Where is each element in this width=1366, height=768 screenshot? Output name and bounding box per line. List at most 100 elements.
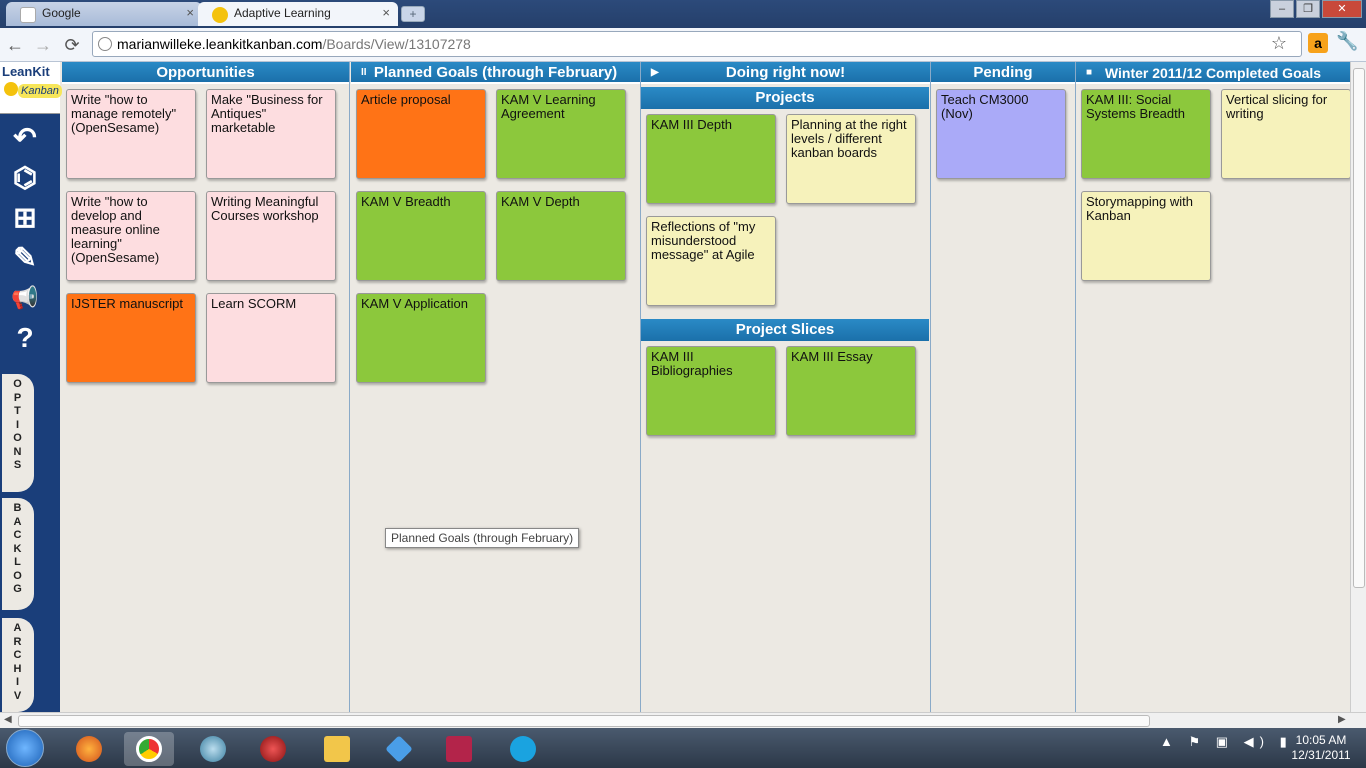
- archive-tab[interactable]: ARCHIV: [2, 618, 34, 712]
- lane-title: Pending: [973, 64, 1033, 81]
- windows-taskbar: ▲ ⚑ ▣ ◀) ▮ 10:05 AM 12/31/2011: [0, 728, 1366, 768]
- card[interactable]: KAM III Bibliographies: [646, 346, 776, 436]
- card[interactable]: Storymapping with Kanban: [1081, 191, 1211, 281]
- options-tab-label: OPTIONS: [13, 378, 23, 471]
- window-controls: – ❐ ✕: [1270, 0, 1362, 18]
- lane-header[interactable]: II Planned Goals (through February): [351, 62, 640, 84]
- globe-icon: [98, 37, 112, 51]
- system-tray[interactable]: ▲ ⚑ ▣ ◀) ▮: [1160, 734, 1293, 750]
- close-window-button[interactable]: ✕: [1322, 0, 1362, 18]
- tab-google[interactable]: Google ×: [6, 2, 202, 26]
- lane-header[interactable]: ▶ Doing right now!: [641, 62, 930, 84]
- forward-icon[interactable]: →: [32, 34, 54, 56]
- globe-app-icon[interactable]: [188, 732, 238, 766]
- lane-pending: Pending Teach CM3000 (Nov): [931, 62, 1076, 712]
- sun-icon: [4, 82, 18, 96]
- card[interactable]: KAM III Essay: [786, 346, 916, 436]
- clock[interactable]: 10:05 AM 12/31/2011: [1282, 733, 1360, 763]
- back-arrow-icon[interactable]: ↶: [6, 120, 44, 156]
- card[interactable]: Teach CM3000 (Nov): [936, 89, 1066, 179]
- megaphone-icon[interactable]: 📢: [6, 280, 44, 316]
- lane-header[interactable]: Pending: [931, 62, 1075, 84]
- page-content: LeanKit Kanban ↶ ⌬ ⊞ ✎ 📢 ? OPTIONS BACKL…: [0, 62, 1366, 712]
- lane-planned-goals: II Planned Goals (through February) Artic…: [351, 62, 641, 712]
- vertical-scroll-thumb[interactable]: [1353, 68, 1365, 588]
- card[interactable]: Article proposal: [356, 89, 486, 179]
- play-icon: ▶: [651, 67, 659, 78]
- access-icon[interactable]: [434, 732, 484, 766]
- reload-icon[interactable]: ⟳: [61, 34, 83, 56]
- lane-title: Planned Goals (through February): [373, 64, 618, 81]
- horizontal-scrollbar[interactable]: ◀ ▶: [0, 712, 1366, 728]
- card[interactable]: IJSTER manuscript: [66, 293, 196, 383]
- kanban-board: Opportunities Write "how to manage remot…: [62, 62, 1351, 712]
- card[interactable]: Planning at the right levels / different…: [786, 114, 916, 204]
- dropbox-icon[interactable]: [374, 732, 424, 766]
- close-tab-icon[interactable]: ×: [382, 5, 390, 20]
- lane-title: Winter 2011/12 Completed Goals: [1104, 65, 1322, 81]
- lane-tooltip: Planned Goals (through February): [385, 528, 580, 548]
- sublane-header-project-slices[interactable]: Project Slices: [641, 319, 929, 341]
- skype-icon[interactable]: [498, 732, 548, 766]
- options-tab[interactable]: OPTIONS: [2, 374, 34, 492]
- card[interactable]: KAM V Depth: [496, 191, 626, 281]
- maximize-button[interactable]: ❐: [1296, 0, 1320, 18]
- logo-text-kanban: Kanban: [18, 84, 62, 98]
- leankit-logo[interactable]: LeanKit Kanban: [0, 62, 62, 114]
- browser-toolbar: ← → ⟳ marianwilleke.leankitkanban.com/Bo…: [0, 28, 1366, 62]
- wrench-icon[interactable]: 🔧: [1336, 31, 1358, 52]
- binoculars-icon[interactable]: ⌬: [6, 160, 44, 196]
- add-icon[interactable]: ⊞: [6, 200, 44, 236]
- card[interactable]: Write "how to develop and measure online…: [66, 191, 196, 281]
- leankit-favicon-icon: [212, 7, 228, 23]
- card[interactable]: KAM III Depth: [646, 114, 776, 204]
- chrome-icon[interactable]: [124, 732, 174, 766]
- card[interactable]: KAM V Breadth: [356, 191, 486, 281]
- card[interactable]: Make "Business for Antiques" marketable: [206, 89, 336, 179]
- lane-header[interactable]: Opportunities: [62, 62, 349, 84]
- scroll-left-arrow-icon[interactable]: ◀: [4, 714, 12, 725]
- clock-date: 12/31/2011: [1291, 748, 1351, 762]
- lane-opportunities: Opportunities Write "how to manage remot…: [62, 62, 350, 712]
- help-icon[interactable]: ?: [6, 320, 44, 356]
- edit-icon[interactable]: ✎: [6, 240, 44, 276]
- backlog-tab[interactable]: BACKLOG: [2, 498, 34, 610]
- bookmark-star-icon[interactable]: ☆: [1271, 33, 1287, 54]
- card[interactable]: Vertical slicing for writing: [1221, 89, 1351, 179]
- vertical-scrollbar[interactable]: [1350, 62, 1366, 712]
- sublane-header-projects[interactable]: Projects: [641, 87, 929, 109]
- amazon-extension-icon[interactable]: a: [1308, 33, 1328, 53]
- new-tab-button[interactable]: +: [401, 6, 425, 22]
- left-toolbar: LeanKit Kanban ↶ ⌬ ⊞ ✎ 📢 ? OPTIONS BACKL…: [0, 62, 62, 712]
- card[interactable]: KAM V Application: [356, 293, 486, 383]
- card[interactable]: KAM III: Social Systems Breadth: [1081, 89, 1211, 179]
- archive-tab-label: ARCHIV: [13, 622, 23, 702]
- pause-icon: II: [361, 67, 367, 78]
- card[interactable]: Learn SCORM: [206, 293, 336, 383]
- scroll-right-arrow-icon[interactable]: ▶: [1338, 714, 1346, 725]
- lane-title: Opportunities: [156, 64, 255, 81]
- lane-header[interactable]: ■ Winter 2011/12 Completed Goals: [1076, 62, 1350, 84]
- card[interactable]: Writing Meaningful Courses workshop: [206, 191, 336, 281]
- horizontal-scroll-thumb[interactable]: [18, 715, 1150, 727]
- clock-time: 10:05 AM: [1295, 733, 1347, 747]
- square-icon: ■: [1086, 67, 1093, 78]
- firefox-icon[interactable]: [64, 732, 114, 766]
- address-bar[interactable]: marianwilleke.leankitkanban.com/Boards/V…: [92, 31, 1302, 57]
- lane-title: Doing right now!: [725, 64, 846, 81]
- google-favicon-icon: [20, 7, 36, 23]
- start-button[interactable]: [6, 729, 44, 767]
- minimize-button[interactable]: –: [1270, 0, 1294, 18]
- tab-label: Adaptive Learning: [234, 6, 331, 20]
- back-icon[interactable]: ←: [4, 34, 26, 56]
- logo-text-leankit: LeanKit: [2, 64, 50, 79]
- red-swirl-app-icon[interactable]: [248, 732, 298, 766]
- card[interactable]: Reflections of "my misunderstood message…: [646, 216, 776, 306]
- folder-bird-app-icon[interactable]: [312, 732, 362, 766]
- close-tab-icon[interactable]: ×: [186, 5, 194, 20]
- url-path: /Boards/View/13107278: [322, 36, 471, 52]
- card[interactable]: Write "how to manage remotely" (OpenSesa…: [66, 89, 196, 179]
- card[interactable]: KAM V Learning Agreement: [496, 89, 626, 179]
- tab-label: Google: [42, 6, 81, 20]
- tab-adaptive-learning[interactable]: Adaptive Learning ×: [198, 2, 398, 26]
